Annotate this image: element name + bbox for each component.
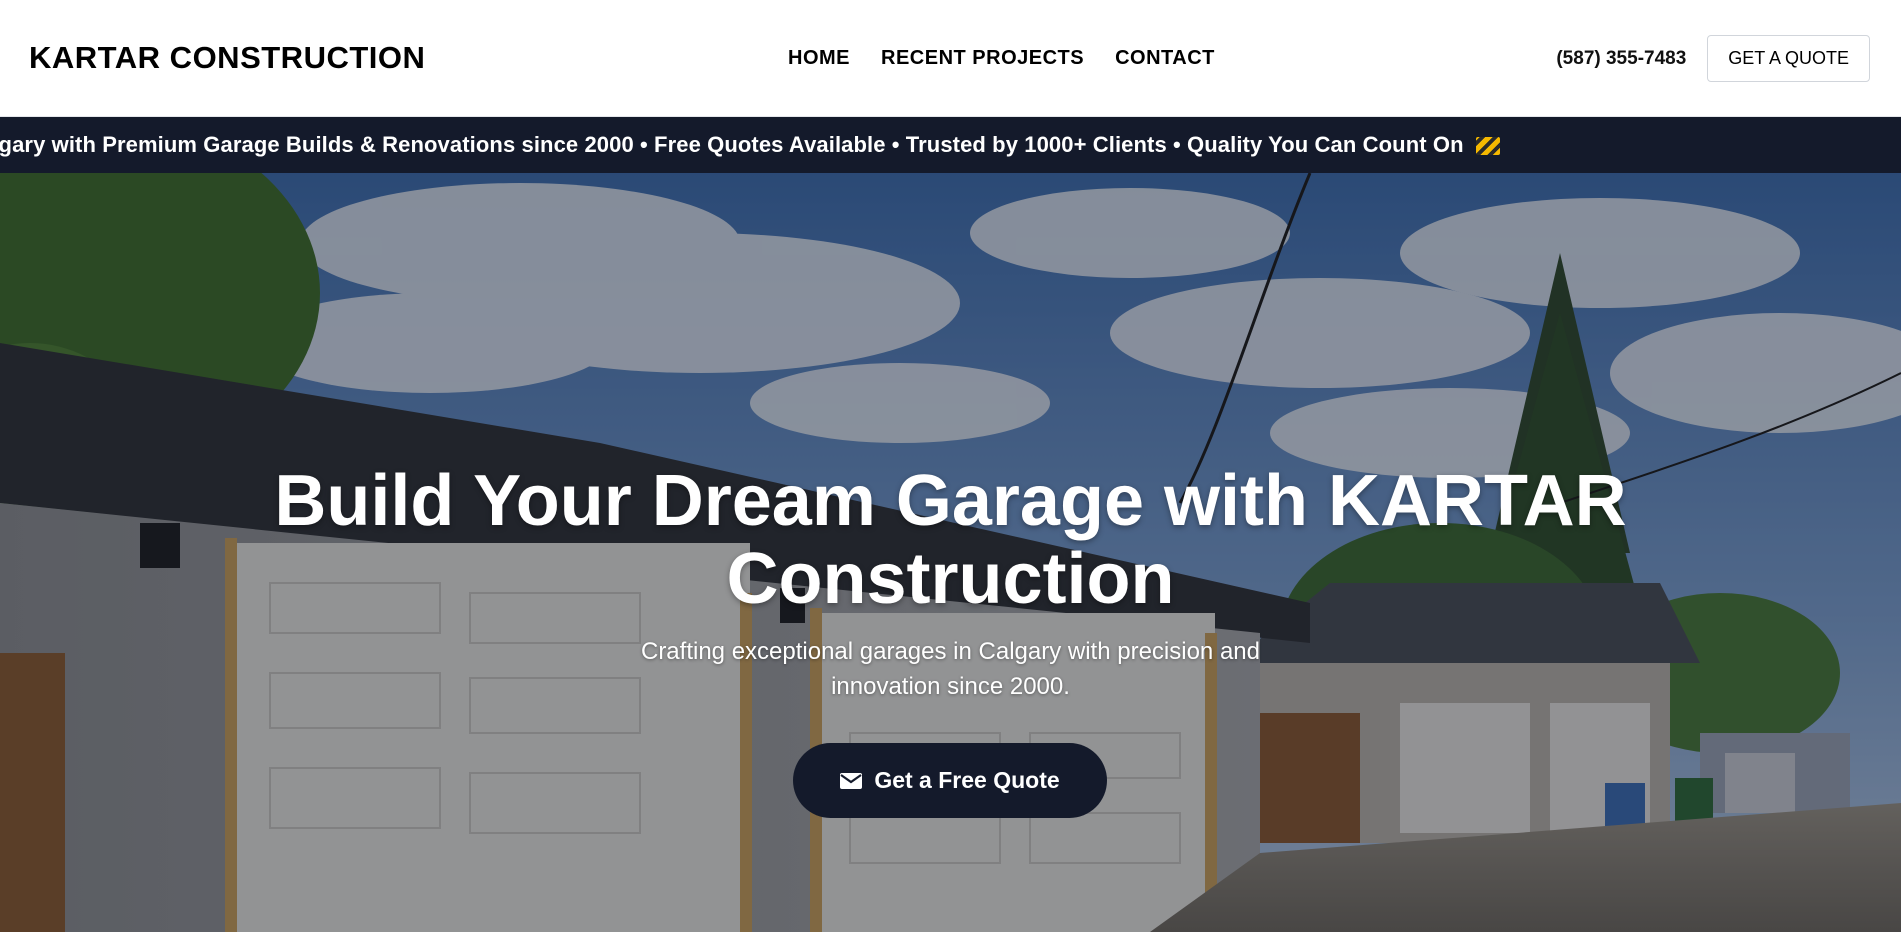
free-quote-button[interactable]: Get a Free Quote	[793, 743, 1107, 818]
hero-subtitle: Crafting exceptional garages in Calgary …	[640, 638, 1260, 700]
announcement-ticker: algary with Premium Garage Builds & Reno…	[0, 117, 1901, 173]
nav-home[interactable]: HOME	[788, 47, 850, 70]
hero-content: Build Your Dream Garage with KARTAR Cons…	[0, 173, 1901, 932]
nav-contact[interactable]: CONTACT	[1115, 47, 1215, 70]
hero-section: Build Your Dream Garage with KARTAR Cons…	[0, 173, 1901, 932]
hero-title: Build Your Dream Garage with KARTAR Cons…	[274, 461, 1627, 619]
phone-number[interactable]: (587) 355-7483	[1556, 48, 1686, 70]
nav-recent-projects[interactable]: RECENT PROJECTS	[881, 47, 1084, 70]
brand-logo[interactable]: KARTAR CONSTRUCTION	[29, 40, 509, 76]
main-nav: HOME RECENT PROJECTS CONTACT	[788, 0, 1215, 117]
construction-barrier-icon	[1475, 137, 1500, 155]
site-header: KARTAR CONSTRUCTION HOME RECENT PROJECTS…	[0, 0, 1901, 117]
envelope-icon	[840, 772, 863, 790]
header-actions: (587) 355-7483 GET A QUOTE	[1556, 0, 1870, 117]
get-a-quote-button[interactable]: GET A QUOTE	[1707, 35, 1870, 82]
free-quote-label: Get a Free Quote	[874, 767, 1060, 793]
ticker-text: algary with Premium Garage Builds & Reno…	[0, 132, 1464, 157]
ticker-track: algary with Premium Garage Builds & Reno…	[0, 117, 1500, 173]
